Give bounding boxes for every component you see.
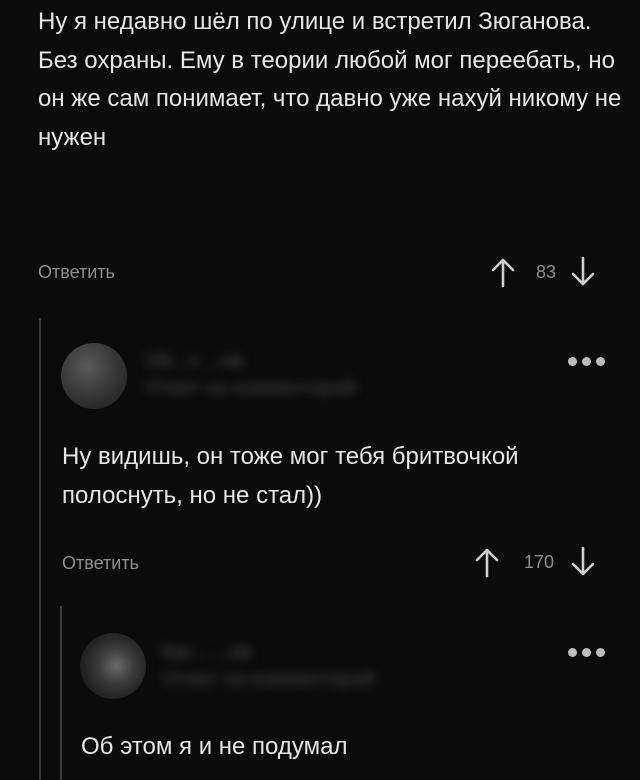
score: 83 bbox=[536, 261, 557, 282]
comment-text: Об этом я и не подумал bbox=[81, 733, 348, 760]
author-name[interactable]: Vik...v ...ов bbox=[145, 348, 356, 374]
vote-controls: 83 bbox=[488, 256, 598, 288]
comment-text: Ну видишь, он тоже мог тебя бритвочкой п… bbox=[62, 443, 519, 509]
arrow-down-icon[interactable] bbox=[568, 546, 598, 578]
arrow-up-icon[interactable] bbox=[488, 256, 518, 288]
author-block: bar... ...ов Ответ на комментарий bbox=[163, 639, 374, 693]
author-block: Vik...v ...ов Ответ на комментарий bbox=[145, 348, 356, 402]
reply-to-label[interactable]: Ответ на комментарий bbox=[163, 665, 374, 693]
comment-text: Ну я недавно шёл по улице и встретил Зюг… bbox=[38, 8, 622, 151]
reply-to-label[interactable]: Ответ на комментарий bbox=[145, 374, 356, 402]
thread-line-level-1 bbox=[39, 318, 41, 780]
author-name[interactable]: bar... ...ов bbox=[163, 639, 374, 665]
arrow-up-icon[interactable] bbox=[472, 546, 502, 578]
more-dots-icon[interactable] bbox=[568, 357, 605, 366]
arrow-down-icon[interactable] bbox=[568, 256, 598, 288]
reply-button[interactable]: Ответить bbox=[62, 553, 139, 574]
vote-controls: 170 bbox=[472, 546, 598, 578]
score: 170 bbox=[524, 551, 555, 572]
thread-line-level-2 bbox=[60, 606, 62, 780]
avatar[interactable] bbox=[80, 633, 146, 699]
reply-button[interactable]: Ответить bbox=[38, 262, 115, 283]
avatar[interactable] bbox=[61, 343, 127, 409]
more-dots-icon[interactable] bbox=[568, 648, 605, 657]
